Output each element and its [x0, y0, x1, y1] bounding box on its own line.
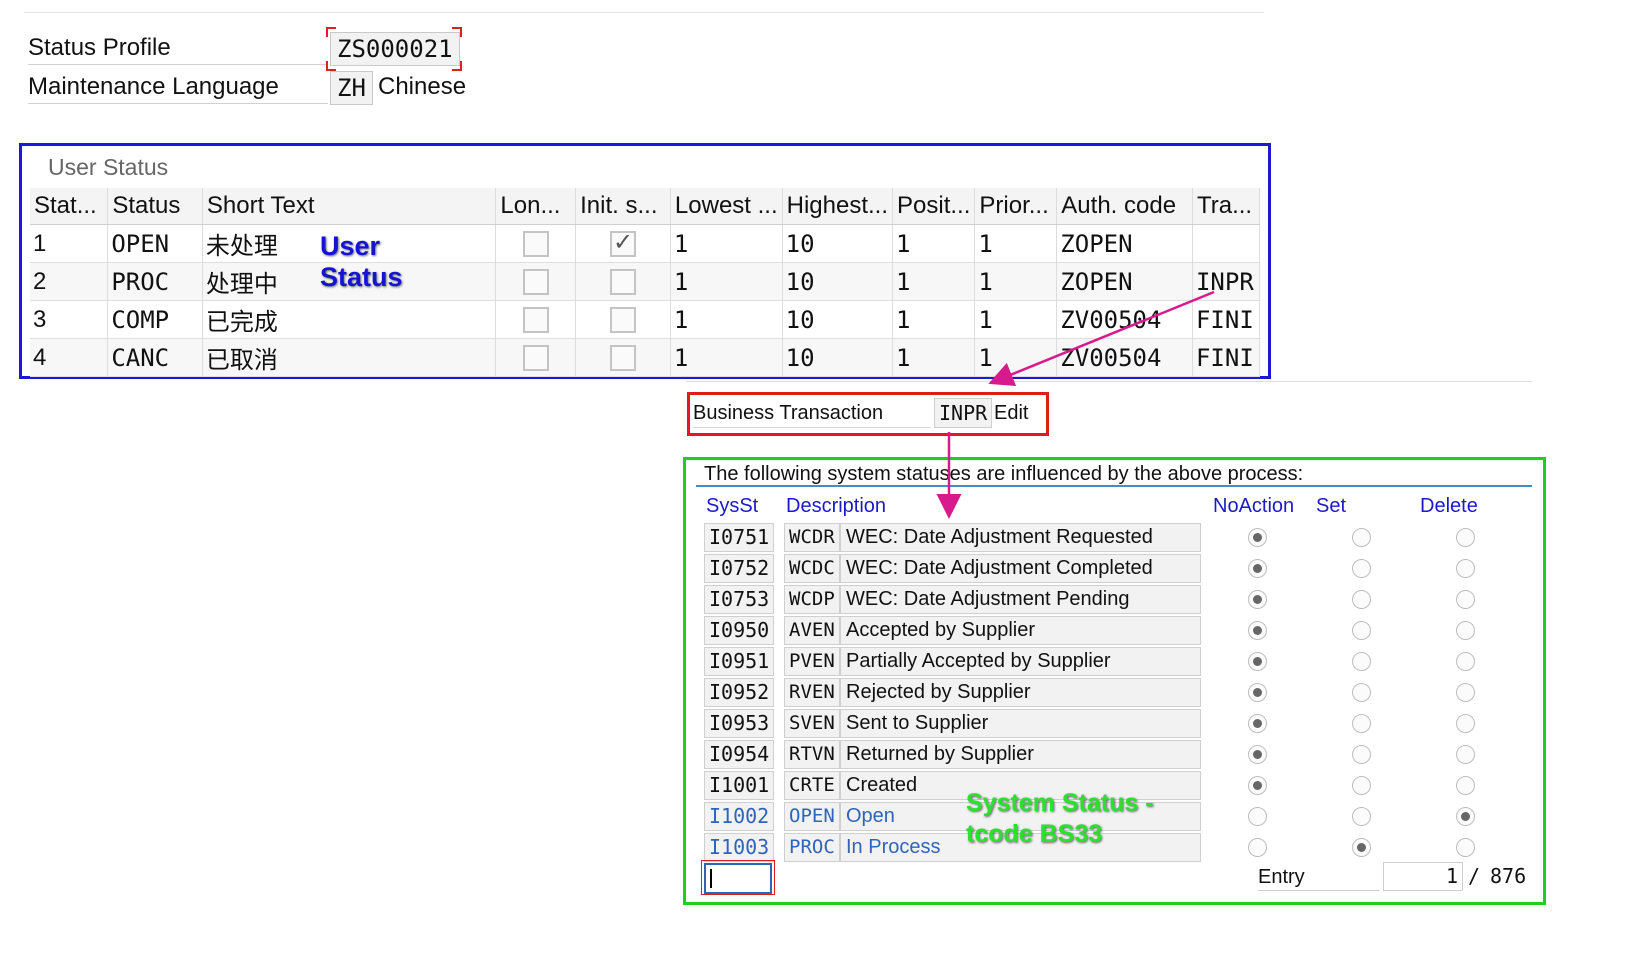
annotation-arrows — [936, 290, 1215, 519]
arrow-to-business-transaction — [988, 290, 1215, 387]
